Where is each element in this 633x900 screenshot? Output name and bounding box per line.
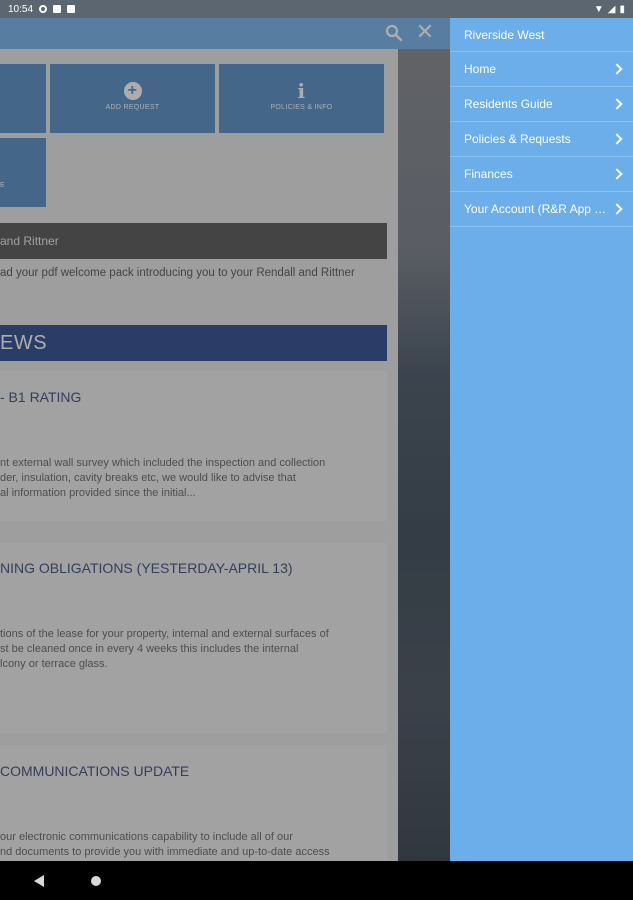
drawer-item-label: Finances xyxy=(464,167,513,181)
battery-icon: ▮ xyxy=(619,3,625,15)
drawer-item-policies-requests[interactable]: Policies & Requests xyxy=(450,122,633,157)
news-card[interactable]: COMMUNICATIONS UPDATE our electronic com… xyxy=(0,745,387,861)
news-title: NING OBLIGATIONS (YESTERDAY-APRIL 13) xyxy=(0,560,293,576)
drawer-item-label: Policies & Requests xyxy=(464,132,571,146)
main-content: + ADD REQUEST i POLICIES & INFO e and Ri… xyxy=(0,49,398,861)
top-bar: ✕ xyxy=(0,18,450,49)
navigation-drawer: Riverside West Home Residents Guide Poli… xyxy=(450,18,633,861)
image-icon xyxy=(53,5,62,13)
chevron-right-icon xyxy=(611,203,623,215)
app-screen: ✕ + ADD REQUEST i POLICIES & INFO e and … xyxy=(0,18,450,861)
drawer-item-label: Home xyxy=(464,62,497,76)
tile-policies-info[interactable]: i POLICIES & INFO xyxy=(219,64,384,133)
home-icon[interactable] xyxy=(91,876,101,886)
news-body: nt external wall survey which included t… xyxy=(0,457,326,499)
chevron-right-icon xyxy=(611,98,623,110)
status-time: 10:54 xyxy=(8,3,34,15)
settings-icon xyxy=(39,5,48,13)
drawer-item-finances[interactable]: Finances xyxy=(450,157,633,192)
tile-partial-2[interactable]: e xyxy=(0,138,46,207)
back-icon[interactable] xyxy=(34,875,44,887)
news-card[interactable]: NING OBLIGATIONS (YESTERDAY-APRIL 13) ti… xyxy=(0,543,387,733)
drawer-header: Riverside West xyxy=(450,18,633,52)
chevron-right-icon xyxy=(611,168,623,180)
plus-circle-icon: + xyxy=(123,82,142,100)
tile-partial[interactable] xyxy=(0,64,46,133)
news-body: our electronic communications capability… xyxy=(0,831,330,858)
drawer-item-residents-guide[interactable]: Residents Guide xyxy=(450,87,633,122)
news-title: COMMUNICATIONS UPDATE xyxy=(0,763,190,779)
tile-label: ADD REQUEST xyxy=(105,104,160,111)
drawer-item-label: Residents Guide xyxy=(464,97,553,111)
tile-label: POLICIES & INFO xyxy=(270,104,333,111)
sd-card-icon xyxy=(67,5,76,13)
tile-label: e xyxy=(0,182,5,189)
news-title: - B1 RATING xyxy=(0,389,82,405)
status-bar: 10:54 ▼ ◢ ▮ xyxy=(0,0,633,18)
drawer-item-your-account[interactable]: Your Account (R&R App T... xyxy=(450,192,633,227)
close-icon[interactable]: ✕ xyxy=(415,21,435,43)
city-background-image xyxy=(398,49,450,861)
signal-icon: ◢ xyxy=(607,3,616,15)
news-heading: EWS xyxy=(0,325,387,361)
news-card[interactable]: - B1 RATING nt external wall survey whic… xyxy=(0,371,387,521)
welcome-text: ad your pdf welcome pack introducing you… xyxy=(0,267,355,279)
drawer-item-home[interactable]: Home xyxy=(450,52,633,87)
system-navigation-bar xyxy=(0,861,633,900)
news-body: tions of the lease for your property, in… xyxy=(0,628,329,670)
tile-add-request[interactable]: + ADD REQUEST xyxy=(50,64,215,133)
welcome-pack-bar[interactable]: and Rittner xyxy=(0,223,387,259)
chevron-right-icon xyxy=(611,133,623,145)
wifi-icon: ▼ xyxy=(593,3,604,15)
search-icon[interactable] xyxy=(385,24,403,42)
drawer-item-label: Your Account (R&R App T... xyxy=(464,202,609,216)
chevron-right-icon xyxy=(611,63,623,75)
info-icon: i xyxy=(297,79,306,103)
